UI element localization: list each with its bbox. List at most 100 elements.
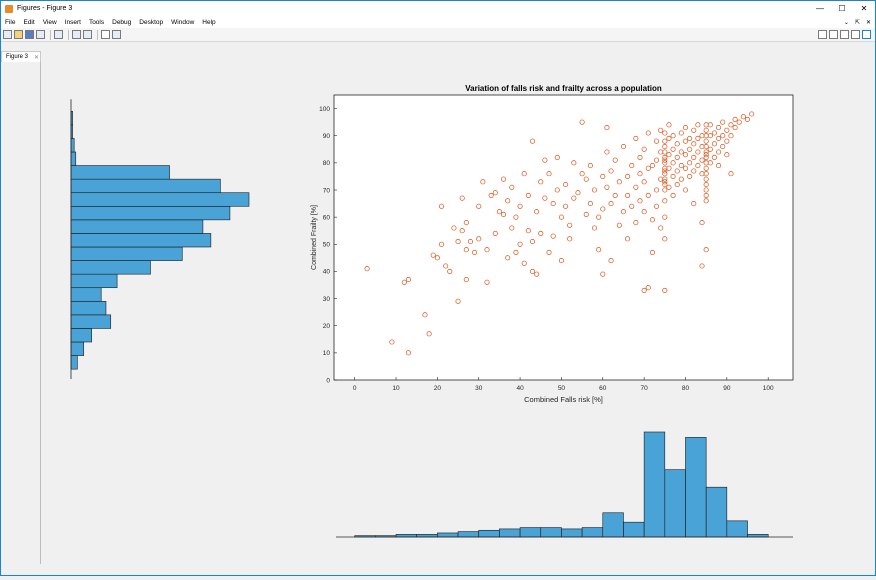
falls-risk-histogram-bar (726, 520, 748, 538)
frailty-histogram-bar (70, 138, 75, 153)
top-bottom-layout-icon[interactable] (840, 30, 849, 39)
maximize-layout-icon[interactable] (862, 30, 871, 39)
y-tick-label-40: 40 (323, 269, 331, 276)
menu-tools[interactable]: Tools (85, 19, 108, 26)
scatter-xlabel: Combined Falls risk [%] (524, 395, 603, 404)
menu-window[interactable]: Window (167, 19, 198, 26)
y-tick-label-10: 10 (323, 350, 331, 357)
new-figure-icon[interactable] (3, 30, 12, 39)
falls-risk-histogram-bar (395, 534, 418, 538)
float-layout-icon[interactable] (851, 30, 860, 39)
menu-debug[interactable]: Debug (108, 19, 135, 26)
x-tick-label-10: 10 (392, 385, 400, 392)
falls-risk-histogram-bar (540, 527, 562, 538)
menu-desktop[interactable]: Desktop (135, 19, 167, 26)
falls-risk-histogram-bar (643, 431, 666, 538)
menu-right-controls: ⌄ ⇱ ✕ (844, 16, 871, 28)
figure-svg: 0 10 20 30 40 50 60 70 80 90 100 0 10 20 30 40 50 60 70 80 9… (70, 84, 794, 538)
falls-risk-histogram-bar (519, 527, 542, 538)
pointer-icon[interactable] (101, 30, 110, 39)
y-tick-label-30: 30 (323, 296, 331, 303)
x-tick-label-50: 50 (558, 385, 566, 392)
x-tick-label-70: 70 (641, 385, 649, 392)
x-tick-label-90: 90 (723, 385, 731, 392)
plot-tools-icon[interactable] (112, 30, 121, 39)
y-tick-label-60: 60 (323, 214, 331, 221)
maximize-button[interactable]: ☐ (831, 1, 853, 16)
menu-file[interactable]: File (1, 19, 19, 26)
falls-risk-histogram-bar (664, 469, 686, 538)
falls-risk-histogram (336, 431, 793, 538)
frailty-histogram (70, 99, 250, 379)
menu-bar: File Edit View Insert Tools Debug Deskto… (1, 16, 875, 28)
y-tick-label-20: 20 (323, 323, 331, 330)
figure-canvas: 0 10 20 30 40 50 60 70 80 90 100 0 10 20 30 40 50 60 70 80 9… (41, 62, 875, 575)
falls-risk-histogram-bar (478, 529, 500, 538)
frailty-histogram-bar (70, 151, 77, 166)
frailty-histogram-bar (70, 192, 250, 207)
print-icon[interactable] (36, 30, 45, 39)
falls-risk-histogram-bar (705, 486, 728, 538)
frailty-histogram-bar (70, 328, 92, 343)
falls-risk-histogram-bar (416, 534, 438, 538)
frailty-histogram-bar (70, 205, 231, 221)
falls-risk-histogram-bar (437, 532, 459, 538)
insert-colorbar-icon[interactable] (72, 30, 81, 39)
minimize-button[interactable]: — (809, 1, 831, 16)
falls-risk-histogram-bar (602, 512, 624, 538)
window-title: Figures - Figure 3 (17, 5, 73, 12)
tab-close-icon[interactable]: ✕ (34, 54, 39, 61)
frailty-histogram-bar (70, 273, 118, 289)
save-icon[interactable] (25, 30, 34, 39)
y-tick-label-50: 50 (323, 242, 331, 249)
x-tick-label-40: 40 (516, 385, 524, 392)
menu-help[interactable]: Help (198, 19, 219, 26)
toolbar-separator (68, 29, 69, 40)
undock-icon[interactable]: ⇱ (855, 19, 860, 26)
x-tick-label-80: 80 (682, 385, 690, 392)
frailty-histogram-bar (70, 341, 85, 356)
close-figure-icon[interactable]: ✕ (866, 19, 871, 26)
x-tick-label-100: 100 (763, 385, 774, 392)
x-tick-label-0: 0 (353, 385, 357, 392)
y-tick-label-80: 80 (323, 160, 331, 167)
open-file-icon[interactable] (14, 30, 23, 39)
toolbar (1, 28, 875, 42)
frailty-histogram-bar (70, 287, 102, 302)
menu-edit[interactable]: Edit (19, 19, 38, 26)
scatter-ylabel: Combined Frailty [%] (311, 205, 318, 270)
window-controls: — ☐ ✕ (809, 1, 875, 16)
y-tick-label-100: 100 (319, 106, 330, 113)
collapse-menu-icon[interactable]: ⌄ (844, 19, 849, 26)
y-tick-label-0: 0 (326, 377, 330, 384)
x-tick-label-20: 20 (434, 385, 442, 392)
falls-risk-histogram-bar (457, 531, 480, 538)
menu-insert[interactable]: Insert (61, 19, 85, 26)
frailty-histogram-bar (70, 165, 170, 180)
frailty-histogram-bar (70, 314, 112, 329)
tab-figure-3[interactable]: Figure 3 ✕ (1, 51, 41, 62)
menu-view[interactable]: View (39, 19, 61, 26)
x-tick-label-30: 30 (475, 385, 483, 392)
tab-label: Figure 3 (6, 54, 29, 60)
figure-window: Figures - Figure 3 — ☐ ✕ File Edit View … (0, 0, 876, 576)
frailty-histogram-bar (70, 178, 221, 194)
frailty-histogram-bar (70, 260, 151, 275)
frailty-histogram-bar (70, 233, 212, 248)
close-button[interactable]: ✕ (853, 1, 875, 16)
link-plot-icon[interactable] (54, 30, 63, 39)
frailty-histogram-bar (70, 355, 78, 370)
insert-legend-icon[interactable] (83, 30, 92, 39)
title-bar: Figures - Figure 3 — ☐ ✕ (1, 1, 875, 16)
scatter-title: Variation of falls risk and frailty acro… (465, 84, 662, 93)
falls-risk-histogram-bar (561, 528, 583, 538)
y-tick-label-70: 70 (323, 187, 331, 194)
frailty-histogram-bar (70, 300, 107, 316)
left-right-layout-icon[interactable] (829, 30, 838, 39)
falls-risk-histogram-bar (581, 527, 604, 538)
falls-risk-histogram-bar (623, 521, 645, 538)
falls-risk-histogram-bar (685, 437, 707, 538)
layout-controls (818, 30, 871, 39)
tile-layout-icon[interactable] (818, 30, 827, 39)
frailty-histogram-bar (70, 246, 183, 261)
